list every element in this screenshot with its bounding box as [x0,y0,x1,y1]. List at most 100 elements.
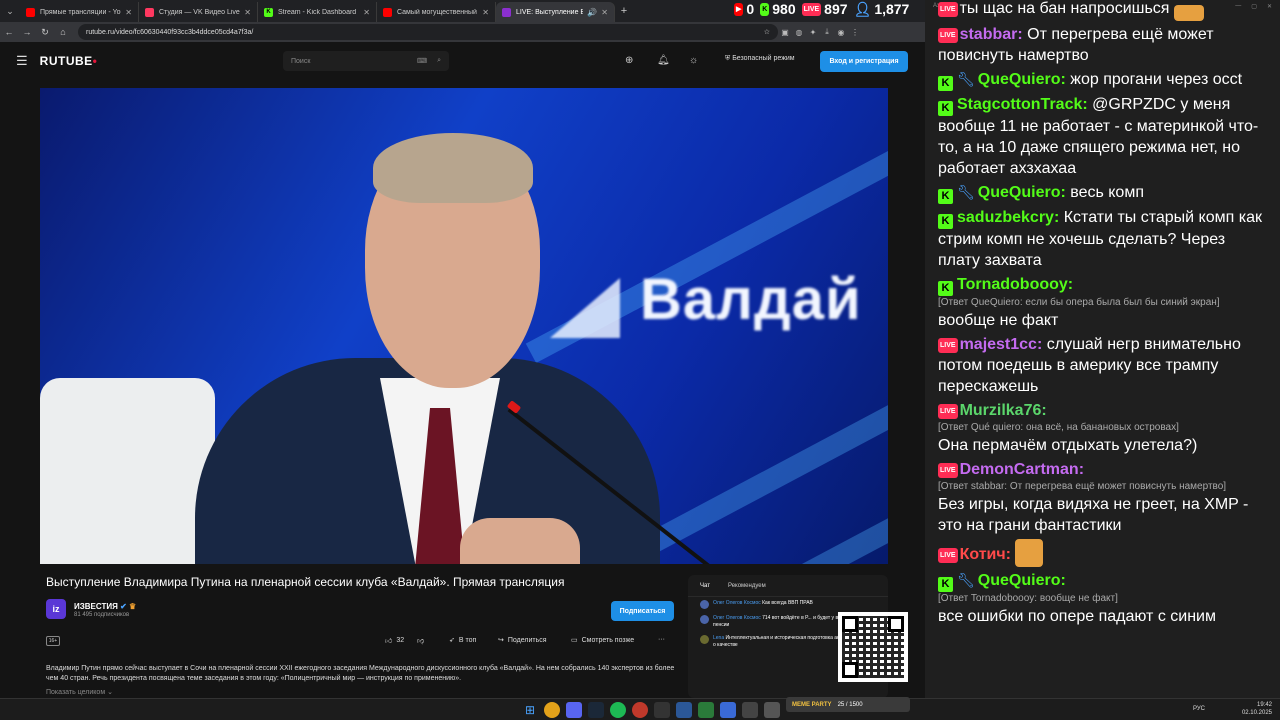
video-player[interactable]: Валдай [40,88,888,564]
wrench-badge-icon: 🔧︎ [957,71,975,87]
vk-live-badge: LIVE [938,548,958,563]
chat-message: K 🔧︎ QueQuiero: [Ответ Tornadobooоy: вообще… [938,572,1216,625]
kick-viewers: K 980 [760,1,796,17]
tab-kick-dashboard[interactable]: K Stream - Kick Dashboard ✕ [258,2,377,22]
back-icon[interactable]: ← [0,27,18,37]
upload-icon[interactable]: ⊕ [625,55,633,66]
app-icon[interactable] [720,702,736,718]
tab-youtube-video[interactable]: Самый могущественный чел✕ [377,2,496,22]
steam-icon[interactable] [588,702,604,718]
chevron-down-icon: ⌄ [107,689,113,696]
keyboard-icon[interactable]: ⌨ [417,57,427,65]
safe-mode-toggle[interactable]: ⛨ Безопасный режим [725,55,795,63]
vk-live-badge: LIVE [938,463,958,478]
app-icon[interactable] [742,702,758,718]
tab-recommended[interactable]: Рекомендуем [728,583,766,589]
taskbar: ⊞ РУС 19:42 02.10.2025 [0,698,1280,720]
close-icon[interactable]: ✕ [363,8,370,17]
tab-rutube-live[interactable]: LIVE: Выступление Владим🔊✕ [496,2,615,22]
download-icon[interactable]: ⤓ [820,27,834,37]
subscribe-button[interactable]: Подписаться [611,601,674,621]
vk-icon [145,7,154,17]
video-description: Владимир Путин прямо сейчас выступает в … [46,665,675,682]
profile-icon[interactable]: ◉ [834,28,848,37]
share-icon: ↪ [498,637,504,644]
chat-message: K 🔧︎ QueQuiero: жор прогани через occt [938,69,1268,91]
emote-image [1173,5,1204,21]
forward-icon[interactable]: → [18,27,36,37]
kick-badge: K [938,76,953,91]
chat-message: LIVE majest1cc: слушай негр внимательно п… [938,336,1241,395]
like-button[interactable]: 👍︎ 32 [385,636,404,645]
close-icon[interactable]: ✕ [244,8,251,17]
channel-avatar[interactable]: iz [46,599,66,619]
white-chair [40,378,215,564]
tab-search-icon[interactable]: ⌄ [0,0,20,22]
dislike-button[interactable]: 👎︎ [417,636,424,645]
theme-sun-icon[interactable]: ☼ [689,55,698,66]
thumbs-up-icon: 👍︎ [385,638,393,645]
show-all-link[interactable]: Показать целиком ⌄ [46,688,113,696]
vk-viewers: LIVE 897 [801,1,848,17]
chrome-icon[interactable] [544,702,560,718]
chat-message: LIVE DemonCartman: [Ответ stabbar: От пере… [938,461,1249,534]
tab-youtube-live[interactable]: Прямые трансляции - YouTube✕ [20,2,139,22]
kick-badge: K [938,281,953,296]
shield-icon: ⛨ [725,55,731,62]
home-icon[interactable]: ⌂ [54,27,72,37]
login-button[interactable]: Вход и регистрация [820,51,908,72]
chat-message: K Tornadobooоy: [Ответ QueQuiero: если бы … [938,276,1220,329]
youtube-icon [26,7,35,17]
menu-dots-icon[interactable]: ⋮ [848,28,862,37]
vk-live-badge: LIVE [938,2,958,17]
clock[interactable]: 19:42 02.10.2025 [1242,701,1272,717]
app-icon[interactable] [676,702,692,718]
channel-name[interactable]: ИЗВЕСТИЯ ✔ ♛ [74,602,136,611]
url-field[interactable]: rutube.ru/video/fc60630440f93cc3b4ddce05… [78,24,778,40]
language-indicator[interactable]: РУС [1193,706,1205,712]
subscriber-count: 81 495 подписчиков [74,612,130,618]
obs-icon[interactable] [654,702,670,718]
kick-badge: K [938,101,953,116]
list-item: Олег Олегов Космос Как всегда ВВП ПРАВ [688,597,888,612]
bell-icon[interactable]: 🔔︎ [657,55,670,66]
chat-message: LIVE stabbar: От перегрева ещё может пови… [938,26,1214,64]
speaker-hair [373,133,533,203]
app-icon[interactable] [698,702,714,718]
youtube-icon [383,7,392,17]
spotify-icon[interactable] [610,702,626,718]
new-tab-button[interactable]: + [615,5,633,17]
vk-live-badge: LIVE [938,28,958,43]
windows-start-icon[interactable]: ⊞ [522,702,538,718]
stream-stats: ▶ 0 K 980 LIVE 897 👤︎ 1,877 [730,0,914,18]
app-icon[interactable] [632,702,648,718]
watch-later-button[interactable]: ▭ Смотреть позже [571,636,634,645]
extensions-puzzle-icon[interactable]: ✦ [806,28,820,37]
chat-feed: LIVE ты щас на бан напросишься LIVE stabba… [938,0,1268,630]
page-chat-tabs: Чат Рекомендуем [688,575,888,597]
rutube-logo[interactable]: RUTUBE• [40,54,98,68]
crown-icon: ♛ [129,602,137,611]
kick-icon: K [760,2,770,16]
search-icon[interactable]: ⌕ [437,57,441,65]
more-options-button[interactable]: ··· [658,636,665,643]
tab-vk-studio[interactable]: Студия — VK Видео Live ✕ [139,2,258,22]
speaker-icon[interactable]: 🔊 [587,8,597,17]
search-input[interactable]: Поиск ⌨ ⌕ [283,51,449,71]
app-icon[interactable] [764,702,780,718]
close-icon[interactable]: ✕ [125,8,132,17]
share-button[interactable]: ↪ Поделиться [498,636,547,645]
extension-icon[interactable]: ◍ [792,28,806,37]
chat-message: K StagcottonTrack: @GRPZDC у меня вообще … [938,96,1259,177]
extension-icon[interactable]: ▣ [778,28,792,37]
bookmark-star-icon[interactable]: ☆ [764,28,770,36]
top-button[interactable]: ➶ В топ [449,636,476,645]
close-icon[interactable]: ✕ [601,8,608,17]
discord-icon[interactable] [566,702,582,718]
reload-icon[interactable]: ↻ [36,27,54,38]
tab-chat[interactable]: Чат [700,583,710,589]
wrench-badge-icon: 🔧︎ [957,572,975,588]
avatar [700,600,709,609]
close-icon[interactable]: ✕ [482,8,489,17]
hamburger-menu-icon[interactable]: ☰ [16,53,28,69]
